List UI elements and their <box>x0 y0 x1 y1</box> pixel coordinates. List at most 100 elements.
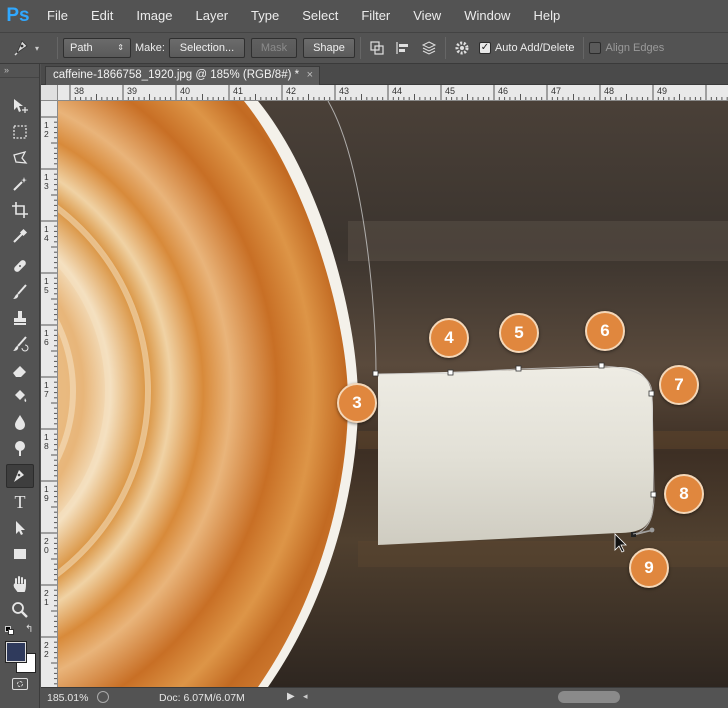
ruler-label: 44 <box>392 86 403 96</box>
magic-wand-tool-icon[interactable] <box>6 172 34 196</box>
eraser-tool-icon[interactable] <box>6 358 34 382</box>
callout-6: 6 <box>585 311 625 351</box>
document-canvas[interactable] <box>58 101 728 687</box>
pen-mode-dropdown[interactable]: Path ⇕ <box>63 38 131 58</box>
ruler-label: 1 6 <box>44 328 49 347</box>
menu-help[interactable]: Help <box>522 0 572 32</box>
callout-8: 8 <box>664 474 704 514</box>
options-bar: ▾ Path ⇕ Make: Selection... Mask Shape ✓… <box>0 32 728 64</box>
path-arrangement-icon[interactable] <box>418 37 440 59</box>
tools-panel: » T ↰ <box>0 64 40 708</box>
document-title: caffeine-1866758_1920.jpg @ 185% (RGB/8#… <box>53 69 300 81</box>
quick-mask-icon[interactable] <box>12 678 28 690</box>
path-alignment-icon[interactable] <box>392 37 414 59</box>
canvas-image[interactable] <box>58 101 728 687</box>
dodge-tool-icon[interactable] <box>6 436 34 460</box>
make-selection-button[interactable]: Selection... <box>168 38 245 58</box>
move-tool-icon[interactable] <box>6 94 34 118</box>
paint-bucket-tool-icon[interactable] <box>6 384 34 408</box>
make-label: Make: <box>135 42 165 54</box>
horizontal-scrollbar-thumb[interactable] <box>558 691 620 703</box>
ruler-label: 48 <box>604 86 615 96</box>
callout-4: 4 <box>429 318 469 358</box>
tool-preset-picker[interactable]: ▾ <box>0 33 52 63</box>
ruler-label: 2 1 <box>44 588 49 607</box>
zoom-tool-icon[interactable] <box>6 598 34 622</box>
menu-view[interactable]: View <box>402 0 453 32</box>
divider <box>444 37 446 59</box>
swap-colors-icon[interactable]: ↰ <box>25 624 33 635</box>
auto-add-delete-label: Auto Add/Delete <box>494 42 575 54</box>
vertical-ruler[interactable]: 1 2 1 3 1 4 1 5 1 6 1 7 1 8 1 9 2 0 2 1 … <box>41 101 58 687</box>
menu-window[interactable]: Window <box>453 0 522 32</box>
type-tool-icon[interactable]: T <box>6 490 34 514</box>
menu-select[interactable]: Select <box>291 0 350 32</box>
menu-file[interactable]: File <box>36 0 80 32</box>
blur-tool-icon[interactable] <box>6 410 34 434</box>
default-colors-icon[interactable] <box>5 626 15 636</box>
ruler-label: 46 <box>498 86 509 96</box>
foreground-color-swatch[interactable] <box>5 641 27 663</box>
align-edges-label: Align Edges <box>605 42 665 54</box>
ruler-label: 39 <box>127 86 138 96</box>
divider <box>583 37 585 59</box>
menu-image[interactable]: Image <box>125 0 184 32</box>
path-selection-tool-icon[interactable] <box>6 516 34 540</box>
pen-tool-icon[interactable] <box>6 464 34 488</box>
path-operations-icon[interactable] <box>366 37 388 59</box>
ruler-label: 1 5 <box>44 276 49 295</box>
export-icon[interactable] <box>97 691 109 703</box>
scroll-left-arrow-icon[interactable]: ◂ <box>303 691 308 702</box>
ruler-label: 2 2 <box>44 640 49 659</box>
menu-type[interactable]: Type <box>240 0 291 32</box>
chevron-down-icon: ▾ <box>34 43 39 53</box>
callout-9: 9 <box>629 548 669 588</box>
healing-brush-tool-icon[interactable] <box>6 254 34 278</box>
pen-mode-value: Path <box>70 42 93 54</box>
checkbox-auto-add-delete[interactable]: ✓ <box>478 42 491 54</box>
make-mask-button[interactable]: Mask <box>250 38 297 58</box>
ruler-label: 1 8 <box>44 432 49 451</box>
document-tab[interactable]: caffeine-1866758_1920.jpg @ 185% (RGB/8#… <box>45 66 320 85</box>
status-bar: 185.01% Doc: 6.07M/6.07M ▶ ◂ <box>41 687 728 708</box>
close-icon[interactable]: × <box>307 67 313 84</box>
updown-arrow-icon: ⇕ <box>117 43 124 52</box>
checkbox-align-edges[interactable] <box>589 42 602 54</box>
zoom-level[interactable]: 185.01% <box>47 692 88 704</box>
photoshop-logo: Ps <box>6 5 30 26</box>
menu-edit[interactable]: Edit <box>80 0 125 32</box>
crop-tool-icon[interactable] <box>6 198 34 222</box>
ruler-label: 2 0 <box>44 536 49 555</box>
gear-icon[interactable] <box>451 37 473 59</box>
horizontal-ruler[interactable]: 38 39 40 41 42 43 44 45 46 47 48 49 <box>58 85 728 101</box>
ruler-label: 1 2 <box>44 120 49 139</box>
hand-tool-icon[interactable] <box>6 572 34 596</box>
divider <box>57 37 58 59</box>
panel-collapse-button[interactable]: » <box>0 64 39 78</box>
menu-filter[interactable]: Filter <box>350 0 402 32</box>
ruler-label: 41 <box>233 86 244 96</box>
callout-7: 7 <box>659 365 699 405</box>
rectangle-tool-icon[interactable] <box>6 542 34 566</box>
status-menu-arrow-icon[interactable]: ▶ <box>287 691 295 702</box>
history-brush-tool-icon[interactable] <box>6 332 34 356</box>
brush-tool-icon[interactable] <box>6 280 34 304</box>
ruler-label: 45 <box>445 86 456 96</box>
callout-5: 5 <box>499 313 539 353</box>
pen-tool-icon <box>13 37 33 60</box>
eyedropper-tool-icon[interactable] <box>6 224 34 248</box>
ruler-label: 42 <box>286 86 297 96</box>
divider <box>359 37 361 59</box>
marquee-tool-icon[interactable] <box>6 120 34 144</box>
document-tab-bar: caffeine-1866758_1920.jpg @ 185% (RGB/8#… <box>41 64 728 85</box>
make-shape-button[interactable]: Shape <box>302 38 355 58</box>
ruler-label: 1 3 <box>44 172 49 191</box>
doc-size-info: Doc: 6.07M/6.07M <box>159 692 245 704</box>
ruler-label: 47 <box>551 86 562 96</box>
ruler-origin[interactable] <box>41 85 58 101</box>
menu-layer[interactable]: Layer <box>185 0 241 32</box>
ruler-label: 1 9 <box>44 484 49 503</box>
ruler-label: 38 <box>74 86 85 96</box>
lasso-tool-icon[interactable] <box>6 146 34 170</box>
clone-stamp-tool-icon[interactable] <box>6 306 34 330</box>
